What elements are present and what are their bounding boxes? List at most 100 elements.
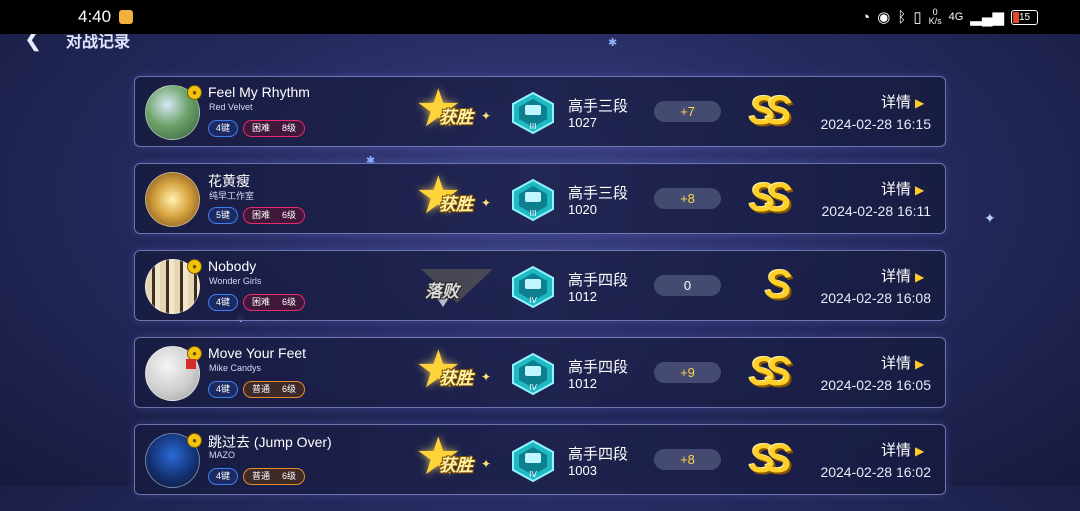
battery-indicator: 15: [1011, 9, 1038, 25]
song-artist: Wonder Girls: [209, 276, 262, 286]
song-artist: 纯早工作室: [209, 191, 255, 201]
back-arrow-icon[interactable]: ❮: [24, 34, 42, 52]
result-text: 获胜: [439, 108, 473, 127]
rank-badge-icon: III: [509, 91, 557, 135]
result-text: 获胜: [439, 369, 473, 388]
play-triangle-icon: ▶: [915, 357, 925, 371]
rank-name: 高手四段: [568, 272, 629, 289]
match-record-row[interactable]: ● Nobody Wonder Girls 4键 困难 6级 落败 IV 高手四段 1012 0 S 详…: [134, 250, 946, 321]
match-record-row[interactable]: 花黄瘦 纯早工作室 5键 困难 6级 ★ 获胜 ✦ III 高手三段 1020 +8 S S 详情 ▶ 2024…: [134, 163, 946, 234]
play-triangle-icon: ▶: [915, 444, 925, 458]
svg-text:III: III: [529, 209, 536, 218]
detail-button[interactable]: 详情 ▶: [881, 265, 924, 286]
grade-emblem: SS: [749, 176, 792, 220]
difficulty-level: 6级: [282, 210, 297, 220]
speedometer-icon: ◔: [861, 8, 871, 26]
rank-badge-icon: IV: [509, 265, 557, 309]
song-artist: Mike Candys: [209, 363, 262, 373]
rank-score: 1012: [568, 289, 597, 304]
result-win-emblem: ★ 获胜 ✦: [415, 167, 492, 225]
status-bar: 4:40 ◔ ◉ ᛒ ▯ 0 K/s 4G ▂▄▆ 15: [0, 0, 1080, 34]
rank-name: 高手四段: [568, 446, 629, 463]
result-win-emblem: ★ 获胜 ✦: [415, 341, 492, 399]
detail-button[interactable]: 详情 ▶: [881, 352, 924, 373]
signal-icon: ▂▄▆: [970, 9, 1004, 26]
result-win-emblem: ★ 获胜 ✦: [415, 80, 492, 138]
match-record-row[interactable]: ● 跳过去 (Jump Over) MAZO 4键 普通 6级 ★ 获胜 ✦ IV 高手四段 1003…: [134, 424, 946, 495]
rank-name: 高手三段: [568, 185, 629, 202]
difficulty-tag: 困难 6级: [243, 294, 306, 311]
svg-text:IV: IV: [529, 383, 537, 392]
detail-button[interactable]: 详情 ▶: [881, 439, 924, 460]
song-artist: MAZO: [209, 450, 235, 460]
rank-score: 1012: [568, 376, 597, 391]
vibrate-icon: ▯: [913, 9, 922, 26]
play-triangle-icon: ▶: [915, 96, 925, 110]
difficulty-tag: 困难 6级: [243, 207, 306, 224]
keys-tag: 5键: [208, 207, 239, 224]
result-text: 落败: [425, 282, 459, 301]
player-badge-icon: ●: [187, 85, 202, 100]
eye-icon: ◉: [877, 9, 891, 26]
score-change: +8: [654, 188, 721, 209]
result-text: 获胜: [439, 195, 473, 214]
sparkle-decoration: ✱: [608, 37, 618, 49]
rank-badge-icon: IV: [509, 352, 557, 396]
grade-emblem: S: [765, 263, 792, 307]
song-title: 花黄瘦: [208, 173, 250, 189]
sparkle-decoration: ✦: [984, 210, 996, 226]
rank-badge-icon: IV: [509, 439, 557, 483]
rank-name: 高手四段: [568, 359, 629, 376]
status-time: 4:40: [78, 7, 112, 26]
flag-icon: [186, 359, 196, 369]
difficulty-label: 普通: [252, 384, 271, 394]
detail-button[interactable]: 详情 ▶: [881, 91, 924, 112]
rank-name: 高手三段: [568, 98, 629, 115]
difficulty-level: 6级: [282, 471, 297, 481]
match-datetime: 2024-02-28 16:05: [820, 377, 931, 393]
keys-tag: 4键: [208, 120, 239, 137]
player-badge-icon: ●: [187, 259, 202, 274]
match-datetime: 2024-02-28 16:15: [820, 116, 931, 132]
detail-button[interactable]: 详情 ▶: [881, 178, 924, 199]
difficulty-label: 普通: [252, 471, 271, 481]
song-artist: Red Velvet: [209, 102, 253, 112]
play-triangle-icon: ▶: [915, 183, 925, 197]
svg-text:IV: IV: [529, 470, 537, 479]
match-record-row[interactable]: ● Move Your Feet Mike Candys 4键 普通 6级 ★ 获胜 ✦ IV 高手…: [134, 337, 946, 408]
difficulty-label: 困难: [252, 297, 271, 307]
grade-emblem: SS: [749, 437, 792, 481]
difficulty-tag: 普通 6级: [243, 468, 306, 485]
rank-badge-icon: III: [509, 178, 557, 222]
difficulty-tag: 困难 8级: [243, 120, 306, 137]
song-cover-image: [145, 172, 200, 227]
match-record-row[interactable]: ● Feel My Rhythm Red Velvet 4键 困难 8级 ★ 获胜 ✦ III 高手…: [134, 76, 946, 147]
svg-text:IV: IV: [529, 296, 537, 305]
keys-tag: 4键: [208, 381, 239, 398]
match-datetime: 2024-02-28 16:11: [821, 203, 932, 219]
match-datetime: 2024-02-28 16:02: [820, 464, 931, 480]
result-win-emblem: ★ 获胜 ✦: [415, 428, 492, 486]
bluetooth-icon: ᛒ: [897, 8, 907, 26]
rank-score: 1003: [568, 463, 597, 478]
score-change: +7: [654, 101, 721, 122]
song-title: Feel My Rhythm: [208, 84, 310, 100]
page-title: 对战记录: [66, 34, 131, 51]
song-title: Nobody: [208, 258, 257, 274]
network-type: 4G: [948, 11, 964, 23]
difficulty-level: 6级: [282, 384, 297, 394]
score-change: +9: [654, 362, 721, 383]
song-title: Move Your Feet: [208, 345, 307, 361]
app-notification-icon: [119, 10, 134, 24]
svg-text:III: III: [529, 122, 536, 131]
net-speed: 0 K/s: [928, 7, 942, 26]
rank-score: 1027: [568, 115, 597, 130]
song-title: 跳过去 (Jump Over): [208, 434, 332, 450]
match-record-list: ● Feel My Rhythm Red Velvet 4键 困难 8级 ★ 获胜 ✦ III 高手…: [134, 76, 946, 511]
result-lose-emblem: 落败: [415, 263, 495, 307]
score-change: 0: [654, 275, 721, 296]
difficulty-level: 6级: [282, 297, 297, 307]
score-change: +8: [654, 449, 721, 470]
difficulty-tag: 普通 6级: [243, 381, 306, 398]
difficulty-label: 困难: [252, 210, 271, 220]
